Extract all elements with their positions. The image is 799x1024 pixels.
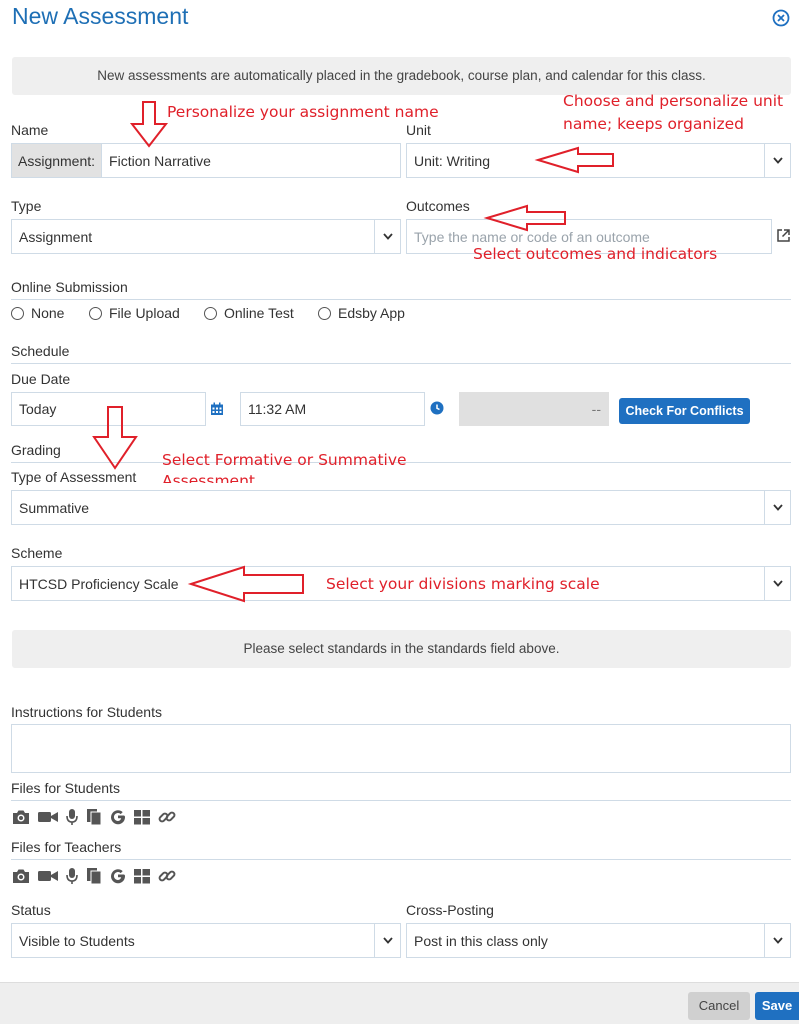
arrow-down-name xyxy=(129,101,169,148)
annotation-outcomes: Select outcomes and indicators xyxy=(473,245,718,263)
arrow-left-unit xyxy=(534,146,614,174)
annotation-arrows xyxy=(92,101,614,603)
annotation-name: Personalize your assignment name xyxy=(167,103,439,121)
arrow-down-grading xyxy=(92,406,138,470)
arrow-left-scheme xyxy=(187,565,304,603)
annotation-grading-line1: Select Formative or Summative xyxy=(162,451,407,469)
annotation-grading-line2: Assessment xyxy=(162,472,255,483)
annotation-unit-line1: Choose and personalize unit xyxy=(563,92,784,110)
arrow-left-outcomes xyxy=(483,204,566,232)
annotation-unit-line2: name; keeps organized xyxy=(563,115,745,133)
annotation-scheme: Select your divisions marking scale xyxy=(326,575,600,593)
